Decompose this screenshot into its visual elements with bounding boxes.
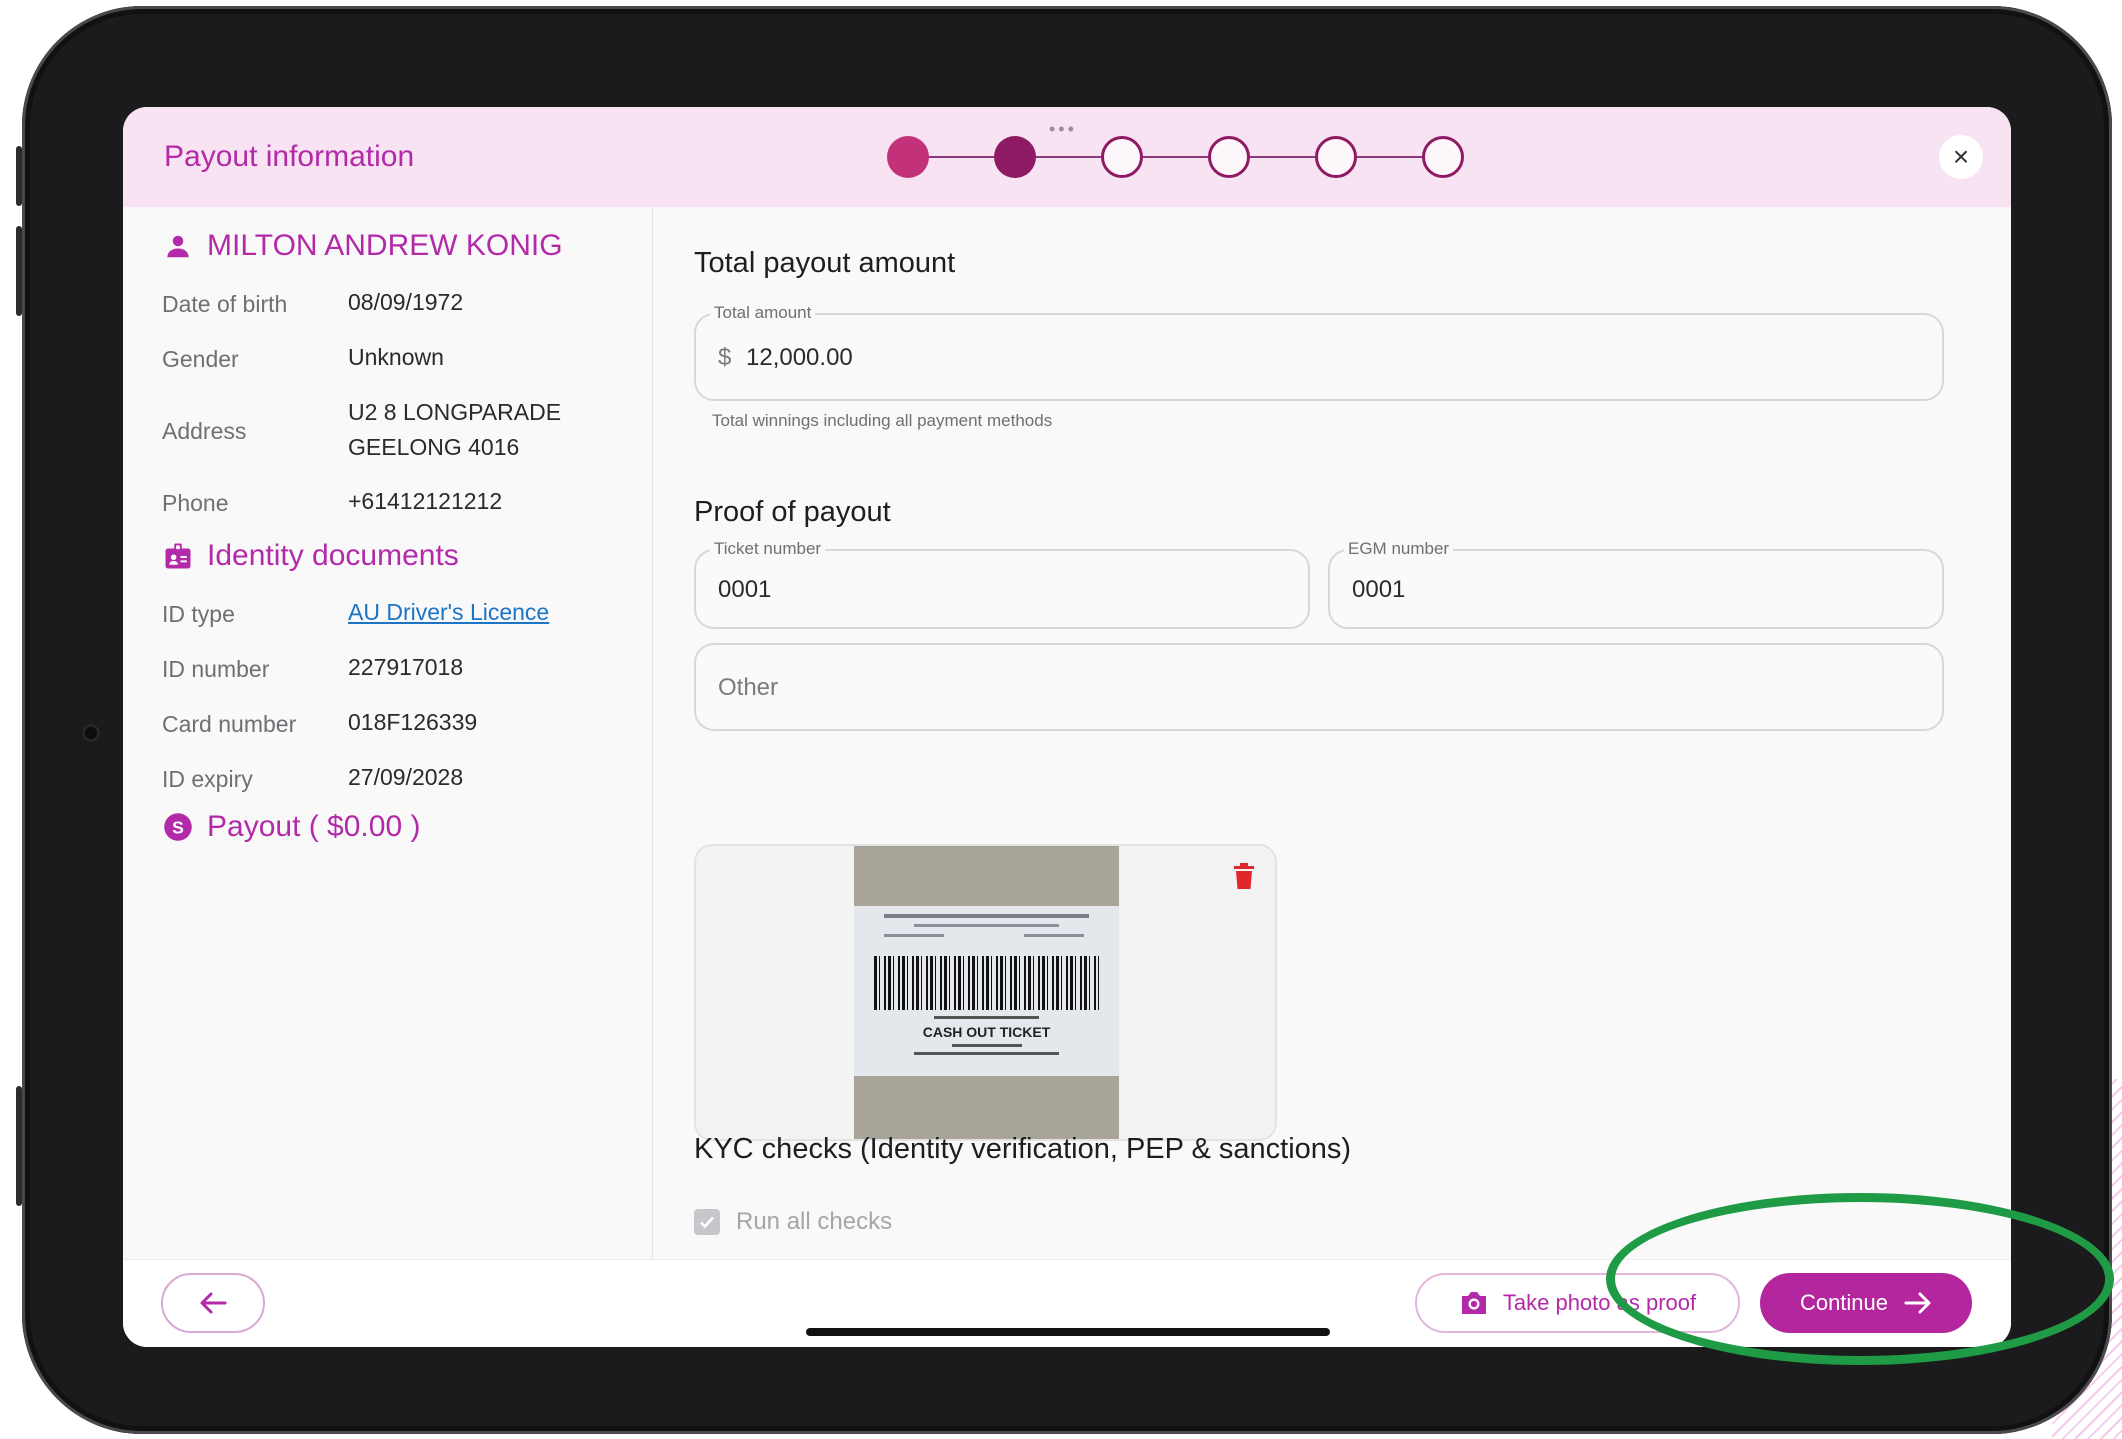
total-amount-label: Total amount — [710, 303, 816, 323]
step-2 — [994, 136, 1036, 178]
id-type-label: ID type — [162, 601, 235, 627]
front-camera — [82, 724, 100, 742]
check-icon — [700, 1216, 714, 1229]
id-number-label: ID number — [162, 656, 270, 682]
dob-label: Date of birth — [162, 291, 288, 317]
kyc-heading: KYC checks (Identity verification, PEP &… — [694, 1133, 1352, 1165]
other-field[interactable]: Other — [694, 643, 1944, 731]
identity-heading: Identity documents — [163, 539, 459, 573]
identity-title: Identity documents — [207, 539, 459, 572]
card-number-value: 018F126339 — [348, 709, 478, 735]
id-badge-icon — [163, 541, 193, 571]
step-4 — [1208, 136, 1250, 178]
svg-text:S: S — [172, 817, 184, 837]
ticket-header-text — [884, 914, 1089, 918]
ticket-subheader-text — [914, 924, 1059, 927]
ticket-footer-text — [914, 1052, 1059, 1055]
dollar-circle-icon: S — [163, 812, 193, 842]
total-amount-value[interactable]: 12,000.00 — [746, 344, 853, 372]
id-number-value: 227917018 — [348, 654, 464, 680]
step-3 — [1101, 136, 1143, 178]
total-helper-text: Total winnings including all payment met… — [712, 411, 1053, 430]
gender-value: Unknown — [348, 344, 444, 370]
person-icon — [163, 231, 193, 261]
device-button — [16, 226, 22, 316]
customer-sidebar: MILTON ANDREW KONIG Date of birth 08/09/… — [123, 207, 653, 1259]
id-expiry-label: ID expiry — [162, 766, 253, 792]
trash-icon[interactable] — [1233, 862, 1255, 890]
address-line2: GEELONG 4016 — [348, 434, 520, 460]
payout-modal: Payout information ••• × MILTON ANDREW K… — [123, 107, 2011, 1347]
back-button[interactable] — [161, 1273, 265, 1333]
ticket-small-text — [884, 934, 944, 937]
close-icon[interactable]: × — [1939, 135, 1983, 179]
proof-photo-card: CASH OUT TICKET — [694, 844, 1277, 1141]
run-all-checks[interactable]: Run all checks — [694, 1208, 892, 1236]
ticket-caption: CASH OUT TICKET — [922, 1024, 1051, 1040]
customer-name-heading: MILTON ANDREW KONIG — [163, 229, 563, 263]
proof-heading: Proof of payout — [694, 496, 891, 528]
highlight-annotation — [1606, 1193, 2114, 1365]
ticket-code-text — [934, 1016, 1039, 1019]
ticket-barcode — [874, 956, 1099, 1010]
customer-name: MILTON ANDREW KONIG — [207, 229, 563, 262]
ticket-number-label: Ticket number — [710, 539, 826, 559]
dob-value: 08/09/1972 — [348, 289, 464, 315]
gender-label: Gender — [162, 346, 239, 372]
egm-number-field[interactable]: EGM number 0001 — [1328, 539, 1944, 629]
ticket-photo: CASH OUT TICKET — [854, 846, 1119, 1139]
currency-prefix: $ — [718, 344, 732, 371]
home-indicator — [806, 1328, 1330, 1336]
ticket-paper: CASH OUT TICKET — [854, 906, 1119, 1076]
other-placeholder[interactable]: Other — [718, 674, 778, 702]
device-button — [16, 1086, 22, 1206]
address-label: Address — [162, 418, 247, 444]
run-all-checkbox[interactable] — [694, 1209, 720, 1235]
card-number-label: Card number — [162, 711, 297, 737]
id-expiry-value: 27/09/2028 — [348, 764, 464, 790]
ticket-number-value[interactable]: 0001 — [718, 576, 771, 604]
ticket-small-text — [1024, 934, 1084, 937]
ticket-amount-text — [952, 1044, 1022, 1047]
id-type-link[interactable]: AU Driver's Licence — [348, 595, 549, 630]
step-5 — [1315, 136, 1357, 178]
progress-stepper — [887, 136, 1473, 178]
payout-summary-heading: S Payout ( $0.00 ) — [163, 810, 420, 844]
device-button — [16, 146, 22, 206]
modal-header: Payout information ••• × — [123, 107, 2011, 207]
stepper-line — [908, 156, 1443, 158]
modal-title: Payout information — [164, 140, 415, 173]
run-all-label: Run all checks — [736, 1208, 893, 1235]
camera-icon — [1459, 1290, 1489, 1316]
ticket-number-field[interactable]: Ticket number 0001 — [694, 539, 1310, 629]
egm-number-value[interactable]: 0001 — [1352, 576, 1405, 604]
address-line1: U2 8 LONGPARADE — [348, 399, 562, 425]
total-heading: Total payout amount — [694, 247, 956, 279]
payout-summary-label: Payout ( $0.00 ) — [207, 810, 421, 843]
egm-number-label: EGM number — [1344, 539, 1454, 559]
phone-label: Phone — [162, 490, 229, 516]
total-amount-field[interactable]: Total amount $ 12,000.00 — [694, 303, 1944, 401]
step-6 — [1422, 136, 1464, 178]
payout-form: Total payout amount Total amount $ 12,00… — [653, 207, 2011, 1259]
step-1 — [887, 136, 929, 178]
arrow-left-icon — [200, 1292, 227, 1314]
phone-value: +61412121212 — [348, 488, 503, 514]
